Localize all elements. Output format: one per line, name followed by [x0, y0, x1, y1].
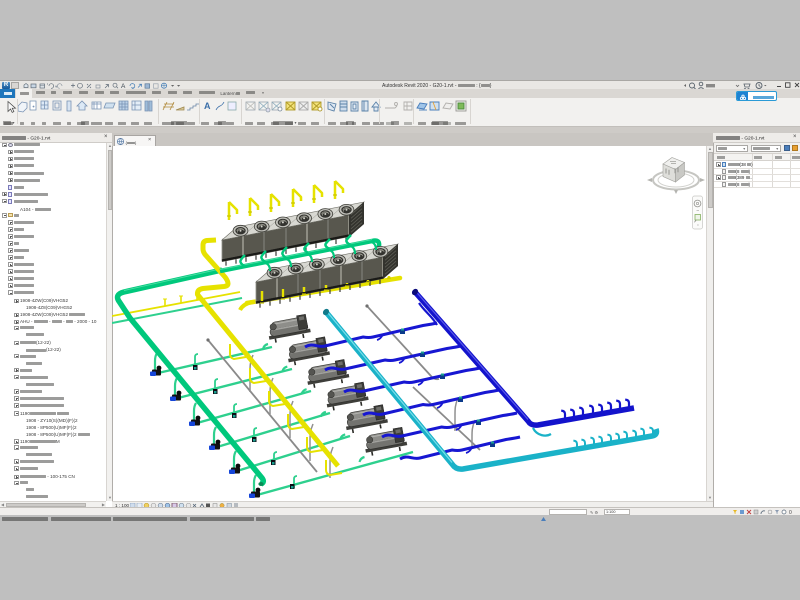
svg-text:0: 0	[789, 510, 792, 515]
svg-text:A: A	[204, 101, 211, 111]
